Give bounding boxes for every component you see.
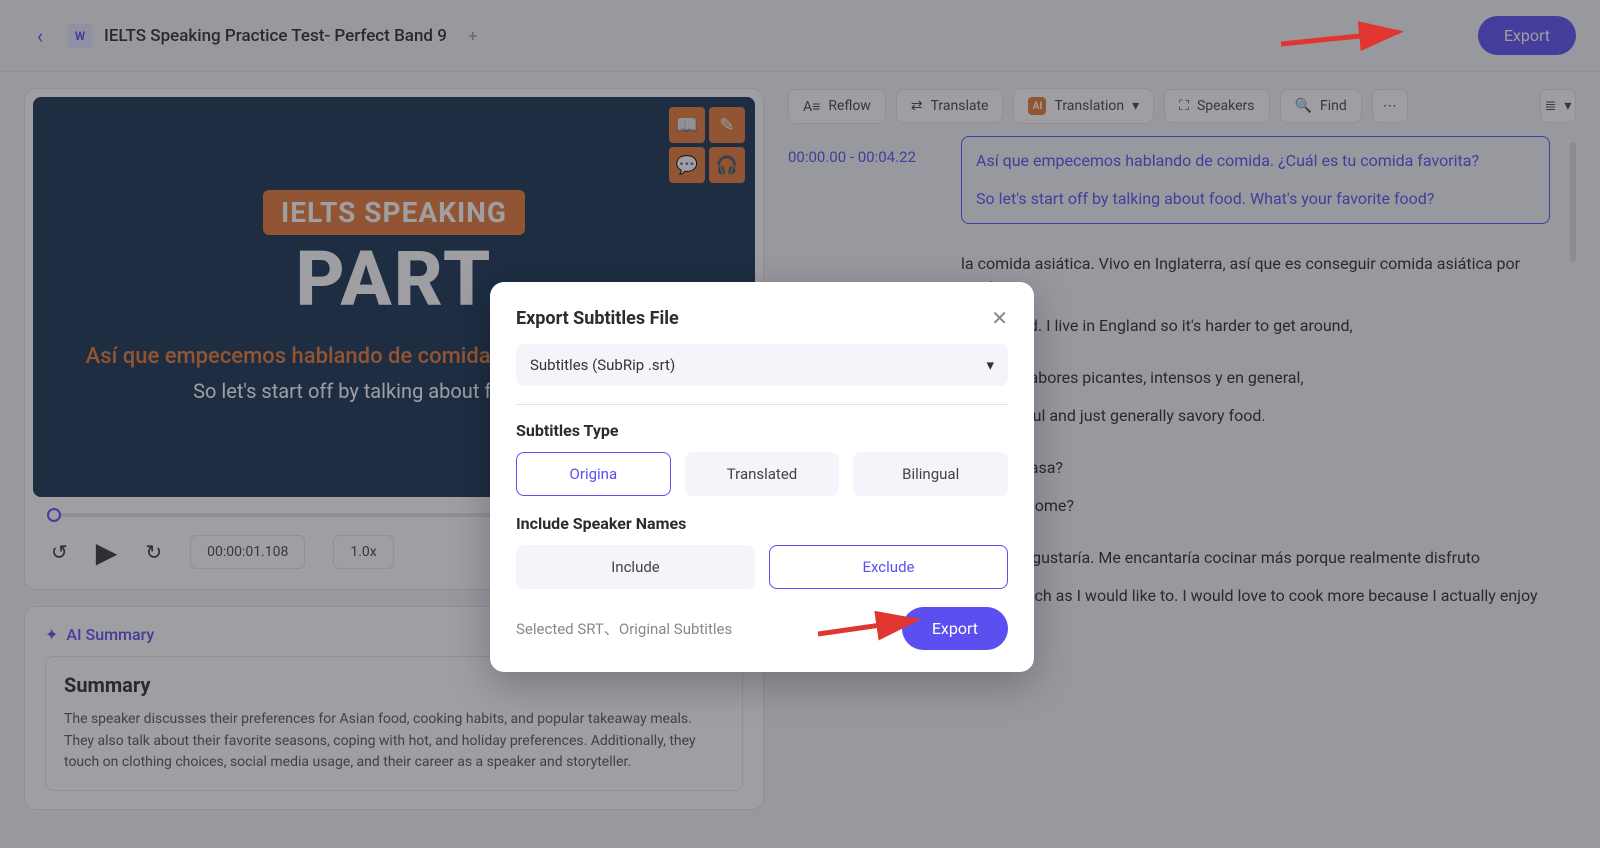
subtitle-type-label: Subtitles Type — [516, 421, 1008, 440]
speaker-names-label: Include Speaker Names — [516, 514, 1008, 533]
divider — [516, 404, 1008, 405]
subtitle-type-option[interactable]: Bilingual — [853, 452, 1008, 496]
subtitle-type-option[interactable]: Translated — [685, 452, 840, 496]
format-value: Subtitles (SubRip .srt) — [530, 356, 675, 374]
subtitle-type-option[interactable]: Origina — [516, 452, 671, 496]
close-icon: ✕ — [991, 306, 1008, 330]
chevron-down-icon: ▾ — [986, 356, 994, 374]
speaker-names-option[interactable]: Exclude — [769, 545, 1008, 589]
modal-title: Export Subtitles File — [516, 308, 679, 329]
selected-summary: Selected SRT、Original Subtitles — [516, 618, 732, 639]
speaker-names-option[interactable]: Include — [516, 545, 755, 589]
speaker-names-group: Include Exclude — [516, 545, 1008, 589]
format-select[interactable]: Subtitles (SubRip .srt) ▾ — [516, 344, 1008, 386]
modal-export-button[interactable]: Export — [902, 607, 1008, 650]
export-modal: Export Subtitles File ✕ Subtitles (SubRi… — [490, 282, 1034, 672]
modal-close-button[interactable]: ✕ — [991, 306, 1008, 330]
subtitle-type-group: Origina Translated Bilingual — [516, 452, 1008, 496]
